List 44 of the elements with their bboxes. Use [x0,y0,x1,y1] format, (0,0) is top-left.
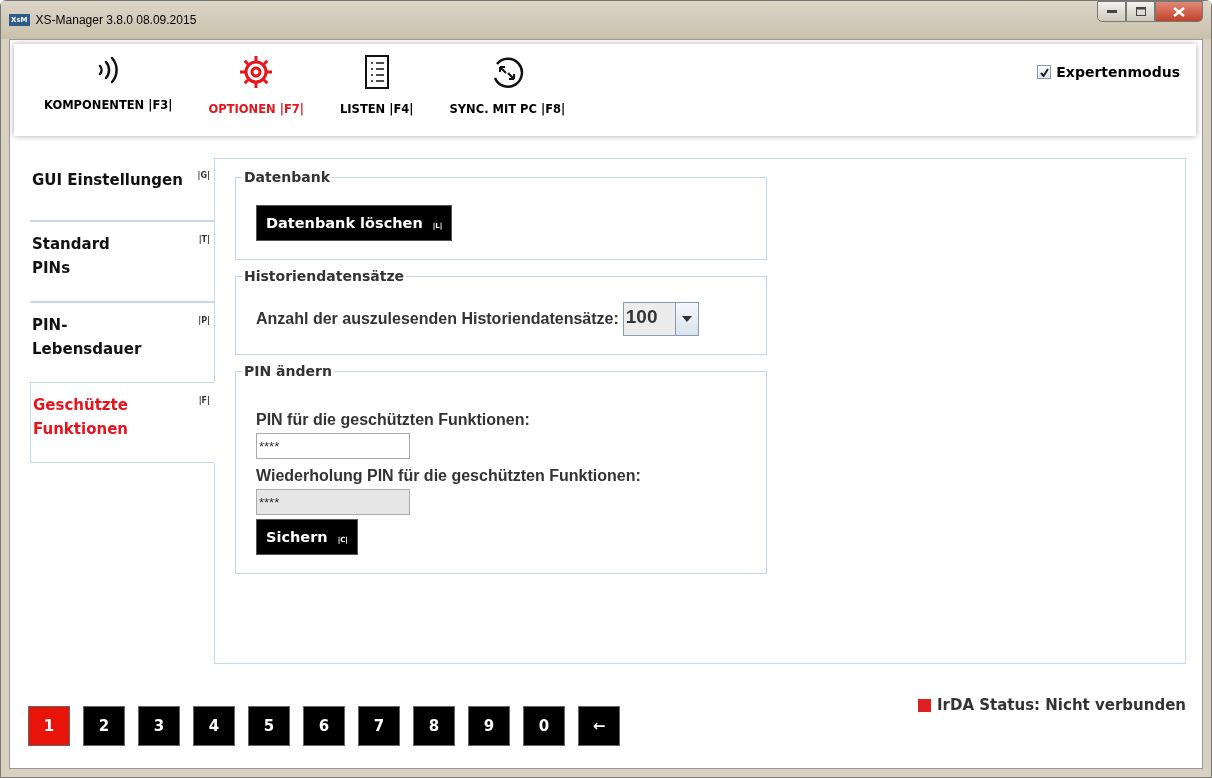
sidebar-item[interactable]: Standard PINs |T| [30,220,214,301]
gear-icon [238,54,275,90]
toolbar-tab[interactable]: SYNC. MIT PC |F8| [449,44,566,116]
shortcut-hint: |F| [198,395,210,407]
close-button[interactable] [1155,1,1203,22]
field-label: Anzahl der auszulesenden Historiendatensätze: [256,310,619,328]
minimize-button[interactable] [1097,1,1126,22]
dropdown-arrow-icon [682,316,693,322]
toolbar-tab[interactable]: OPTIONEN |F7| [208,44,304,116]
shortcut-hint: |T| [198,234,210,246]
keypad-key[interactable]: 6 [303,706,345,746]
maximize-icon [1135,7,1146,16]
keypad-key[interactable]: 8 [413,706,455,746]
keypad-key[interactable]: 1 [28,706,70,746]
keypad-key[interactable]: 0 [523,706,565,746]
toolbar-tab[interactable]: LISTEN |F4| [340,44,414,116]
sidebar-item[interactable]: GUI Einstellungen |G| [30,156,214,220]
keypad-key[interactable]: ← [578,706,620,746]
wireless-icon [97,54,120,86]
status-text: IrDA Status: Nicht verbunden [936,696,1186,714]
maximize-button[interactable] [1126,1,1155,22]
field-label: Wiederholung PIN für die geschützten Funktionen: [256,467,641,485]
group-title: Historiendatensätze [243,268,406,284]
keypad-key[interactable]: 3 [138,706,180,746]
pin-field[interactable]: **** [256,433,410,459]
group-title: PIN ändern [243,363,333,379]
expert-mode-checkbox[interactable] [1037,65,1052,79]
minimize-icon [1106,9,1117,14]
keypad-key[interactable]: 5 [248,706,290,746]
keypad-key[interactable]: 2 [83,706,125,746]
shortcut-hint: |G| [197,170,210,182]
toolbar-tab[interactable]: KOMPONENTEN |F3| [44,44,173,112]
shortcut-hint: |P| [198,315,210,327]
field-label: PIN für die geschützten Funktionen: [256,411,530,429]
sidebar-item[interactable]: Geschützte Funktionen |F| [30,382,215,463]
expert-mode-label: Expertenmodus [1056,64,1180,80]
close-icon [1173,6,1185,17]
count-dropdown[interactable]: 100 [622,302,700,336]
keypad-key[interactable]: 9 [468,706,510,746]
group-title: Datenbank [243,169,331,185]
window-title: XS-Manager 3.8.0 08.09.2015 [35,13,197,27]
keypad-key[interactable]: 4 [193,706,235,746]
keypad-key[interactable]: 7 [358,706,400,746]
list-icon [363,54,390,90]
